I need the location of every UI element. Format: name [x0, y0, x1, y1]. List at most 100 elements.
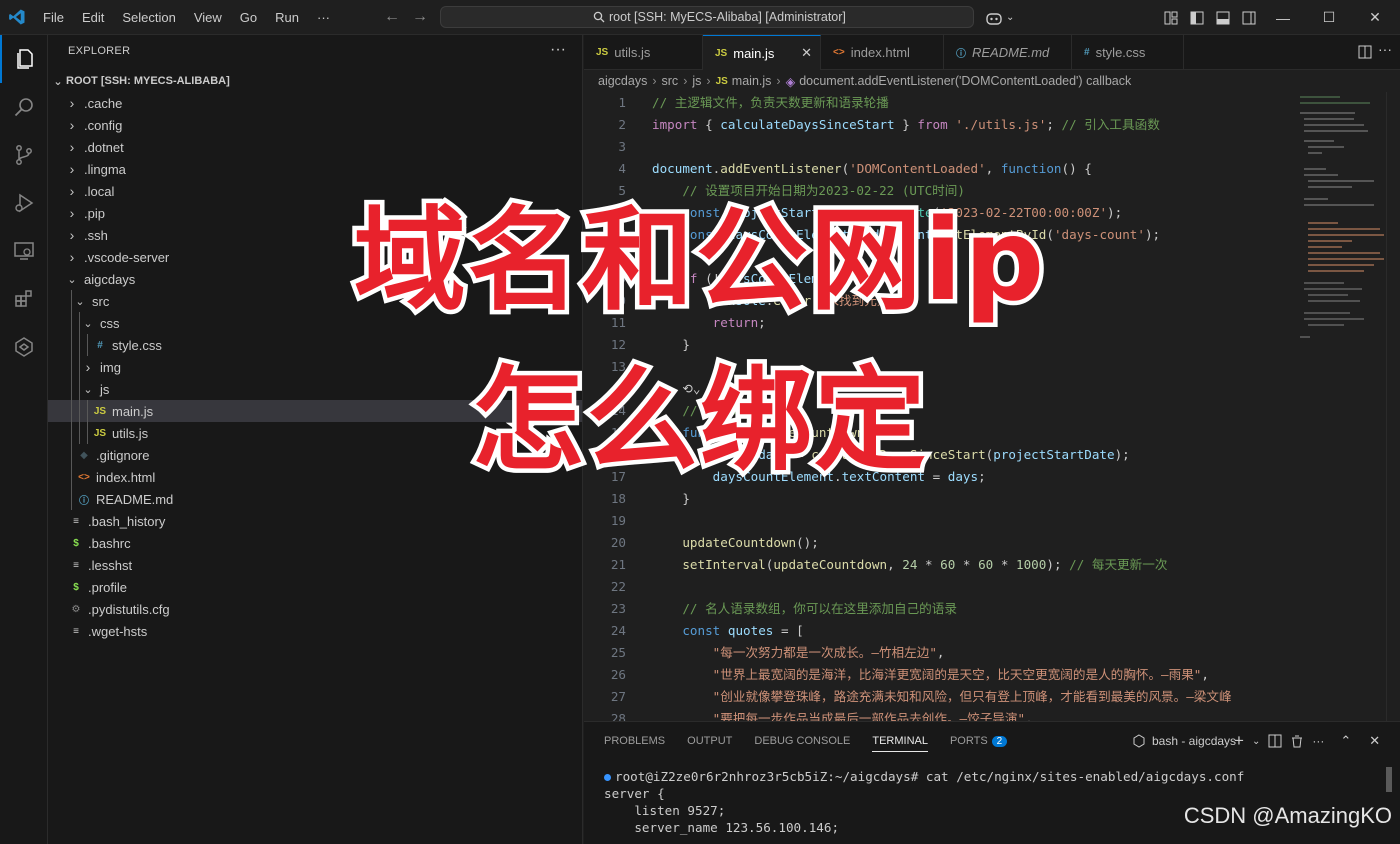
terminal-selector[interactable]: bash - aigcdays: [1132, 730, 1236, 752]
tab-output[interactable]: OUTPUT: [687, 735, 732, 747]
code-line: 22: [584, 576, 1296, 598]
minimize-button[interactable]: —: [1260, 0, 1306, 35]
indent-guide: [79, 334, 80, 356]
tree-folder[interactable]: › .cache: [48, 92, 582, 114]
code-line: 27 "创业就像攀登珠峰，路途充满未知和风险，但只有登上顶峰，才能看到最美的风景…: [584, 686, 1296, 708]
search-activity[interactable]: [0, 83, 48, 131]
shell-file-icon: $: [73, 581, 79, 593]
chevron-down-icon[interactable]: ⌄: [1252, 736, 1260, 747]
code-text: }: [652, 337, 690, 352]
tree-folder[interactable]: › .lingma: [48, 158, 582, 180]
lingma-activity[interactable]: [0, 323, 48, 371]
split-terminal-icon[interactable]: [1268, 734, 1282, 748]
workspace-root[interactable]: ⌄ ROOT [SSH: MYECS-ALIBABA]: [48, 70, 582, 92]
tree-folder[interactable]: › .config: [48, 114, 582, 136]
line-number: 20: [610, 535, 626, 550]
code-text: "要把每一步作品当成最后一部作品去创作。—饺子导演",: [712, 711, 1033, 721]
maximize-button[interactable]: ☐: [1306, 0, 1352, 35]
chevron-right-icon: ›: [69, 161, 75, 177]
tree-file[interactable]: $ .bashrc: [48, 532, 582, 554]
editor-tab[interactable]: JS utils.js: [584, 35, 703, 70]
terminal-actions: + ⌄ ··· ⌃ ✕: [1234, 730, 1380, 752]
tree-item-label: .bash_history: [88, 513, 166, 529]
close-window-button[interactable]: ✕: [1352, 0, 1398, 35]
code-line: 18 }: [584, 488, 1296, 510]
line-number: 18: [610, 491, 626, 506]
trash-icon[interactable]: [1290, 734, 1304, 748]
menu-go[interactable]: Go: [231, 10, 266, 25]
code-line: 26 "世界上最宽阔的是海洋，比海洋更宽阔的是天空，比天空更宽阔的是人的胸怀。—…: [584, 664, 1296, 686]
source-control-icon: [16, 145, 32, 165]
terminal-output[interactable]: root@iZ2ze0r6r2nhroz3r5cb5iZ:~/aigcdays#…: [604, 768, 1244, 836]
tree-item-label: .lingma: [84, 161, 126, 177]
code-line: 24 const quotes = [: [584, 620, 1296, 642]
breadcrumb-aigcdays[interactable]: aigcdays: [598, 74, 647, 88]
editor-tab[interactable]: JS main.js ✕: [703, 35, 821, 70]
tab-debug-console[interactable]: DEBUG CONSOLE: [754, 735, 850, 747]
new-terminal-icon[interactable]: +: [1234, 731, 1244, 751]
source-control-activity[interactable]: [0, 131, 48, 179]
tree-file[interactable]: ≡ .lesshst: [48, 554, 582, 576]
tree-item-label: style.css: [112, 337, 162, 353]
tree-file[interactable]: # style.css: [48, 334, 582, 356]
explorer-title: EXPLORER: [68, 45, 131, 57]
close-panel-icon[interactable]: ✕: [1369, 733, 1380, 749]
copilot-button[interactable]: ⌄: [985, 0, 1014, 35]
explorer-activity[interactable]: [0, 35, 48, 83]
tab-terminal[interactable]: TERMINAL: [872, 735, 928, 752]
command-center[interactable]: root [SSH: MyECS-Alibaba] [Administrator…: [440, 6, 974, 28]
breadcrumb-symbol[interactable]: document.addEventListener('DOMContentLoa…: [799, 74, 1131, 88]
breadcrumb-js[interactable]: js: [692, 74, 701, 88]
tree-file[interactable]: $ .profile: [48, 576, 582, 598]
tab-file-icon: JS: [715, 47, 728, 59]
terminal-scrollbar[interactable]: [1386, 767, 1392, 792]
editor-more-icon[interactable]: ···: [1378, 41, 1392, 57]
css-file-icon: #: [97, 339, 103, 351]
terminal-line-text: root@iZ2ze0r6r2nhroz3r5cb5iZ:~/aigcdays#…: [615, 769, 1245, 784]
panel-more-icon[interactable]: ···: [1312, 734, 1324, 748]
tree-file[interactable]: ⚙ .pydistutils.cfg: [48, 598, 582, 620]
code-text: "每一次努力都是一次成长。—竹相左边",: [712, 645, 945, 660]
tab-problems[interactable]: PROBLEMS: [604, 735, 665, 747]
editor-tabs: ··· JS utils.js JS main.js ✕ <> index.html ⓘ REA…: [584, 35, 1400, 70]
forward-arrow-icon[interactable]: →: [412, 8, 428, 26]
menu-selection[interactable]: Selection: [113, 10, 184, 25]
tree-file[interactable]: ⓘ README.md: [48, 488, 582, 510]
tree-item-label: .bashrc: [88, 535, 131, 551]
back-arrow-icon[interactable]: ←: [384, 8, 400, 26]
tab-ports[interactable]: PORTS 2: [950, 735, 1008, 747]
tree-file[interactable]: ≡ .wget-hsts: [48, 620, 582, 642]
breadcrumb-src[interactable]: src: [662, 74, 679, 88]
editor-tab[interactable]: # style.css: [1072, 35, 1184, 70]
tree-folder[interactable]: › .dotnet: [48, 136, 582, 158]
code-text: const quotes = [: [682, 623, 804, 638]
toggle-sidebar-icon[interactable]: [1189, 10, 1205, 26]
menu-file[interactable]: File: [34, 10, 73, 25]
toggle-panel-icon[interactable]: [1215, 10, 1231, 26]
toggle-secondary-sidebar-icon[interactable]: [1241, 10, 1257, 26]
menu-edit[interactable]: Edit: [73, 10, 113, 25]
tab-label: style.css: [1095, 45, 1146, 60]
editor-tab[interactable]: ⓘ README.md: [944, 35, 1072, 70]
indent-guide: [71, 334, 72, 356]
chevron-right-icon: ›: [69, 139, 75, 155]
maximize-panel-icon[interactable]: ⌃: [1340, 733, 1351, 749]
menu-more[interactable]: ···: [308, 10, 339, 25]
terminal-line: server {: [604, 786, 665, 801]
customize-layout-icon[interactable]: [1163, 10, 1179, 26]
terminal-status-dot: [604, 774, 611, 781]
info-file-icon: ⓘ: [79, 495, 89, 507]
breadcrumb-file[interactable]: main.js: [732, 74, 772, 88]
menu-view[interactable]: View: [185, 10, 231, 25]
editor-tab[interactable]: <> index.html: [821, 35, 944, 70]
menu-run[interactable]: Run: [266, 10, 308, 25]
tree-file[interactable]: ≡ .bash_history: [48, 510, 582, 532]
title-bar: File Edit Selection View Go Run ··· ← → …: [0, 0, 1400, 35]
gear-file-icon: ⚙: [71, 603, 81, 615]
code-line: 1 // 主逻辑文件，负责天数更新和语录轮播: [584, 92, 1296, 114]
terminal-icon: [1133, 734, 1145, 748]
explorer-more-button[interactable]: ···: [550, 41, 566, 59]
close-tab-icon[interactable]: ✕: [801, 45, 812, 61]
tree-item-label: .wget-hsts: [88, 623, 148, 639]
split-editor-icon[interactable]: [1358, 45, 1372, 62]
